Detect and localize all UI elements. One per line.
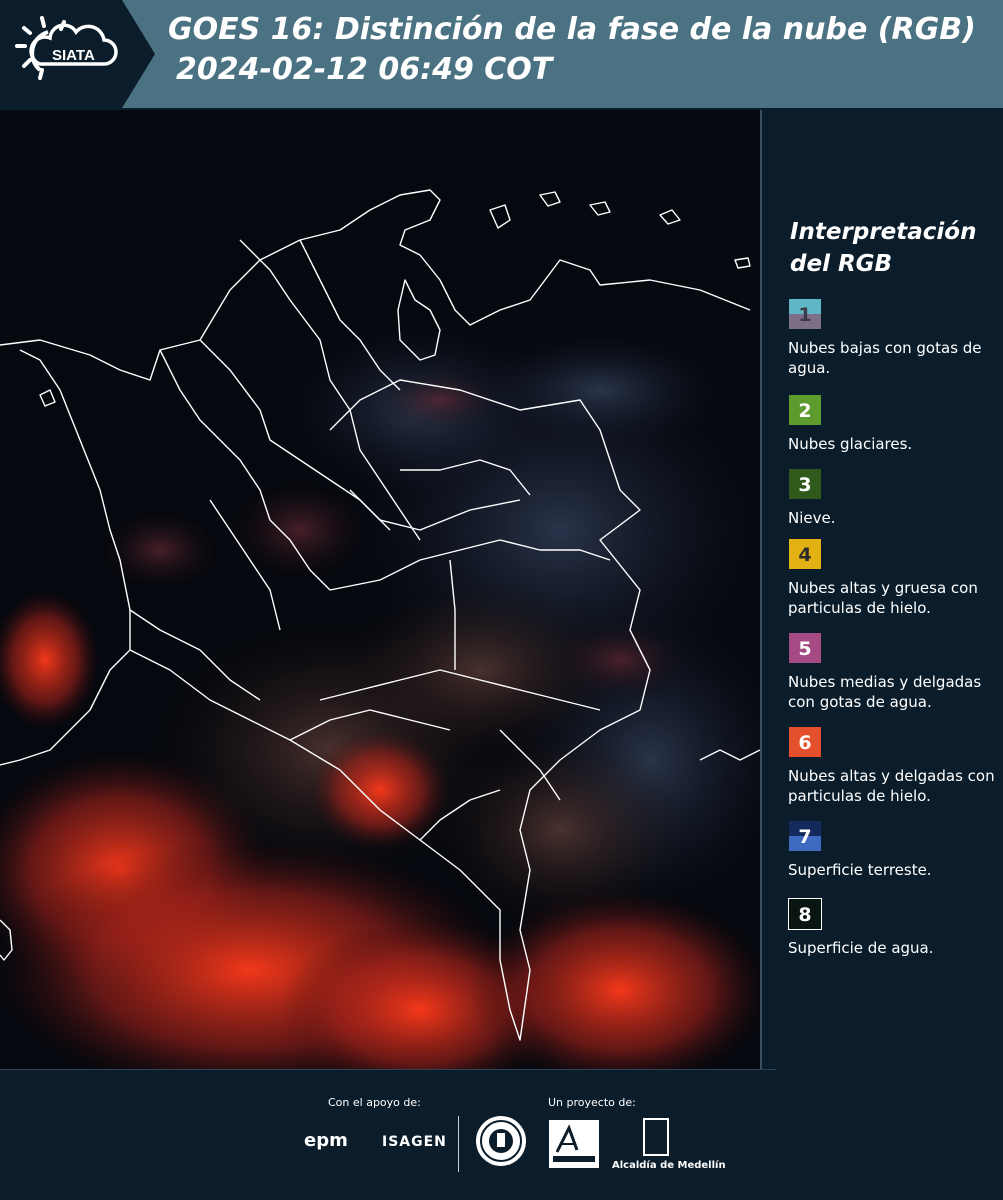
legend-number-7: 7: [798, 826, 812, 848]
legend-title-line1: Interpretación: [790, 219, 977, 245]
isagen-logo: ISAGEN: [382, 1134, 447, 1150]
legend-swatch-1: 1: [788, 298, 822, 330]
siata-logo: SIATA: [0, 0, 155, 108]
page-timestamp: 2024-02-12 06:49 COT: [176, 52, 553, 87]
legend-number-8: 8: [798, 904, 812, 926]
support-label: Con el apoyo de:: [328, 1096, 421, 1109]
area-metropolitana-logo-icon: [549, 1120, 599, 1168]
legend-item-7: 7 Superficie terreste.: [788, 820, 998, 880]
legend-item-4: 4 Nubes altas y gruesa con particulas de…: [788, 538, 998, 618]
legend-label-8: Superficie de agua.: [788, 939, 934, 957]
legend-label-3: Nieve.: [788, 509, 836, 527]
epm-logo: epm: [304, 1130, 348, 1151]
legend-label-2: Nubes glaciares.: [788, 435, 913, 453]
alcaldia-shield-icon: [643, 1118, 669, 1156]
gobernacion-seal-icon: [476, 1116, 526, 1166]
footer-divider-line: [0, 1069, 776, 1070]
alcaldia-logo-text: Alcaldía de Medellín: [612, 1160, 726, 1171]
legend-number-2: 2: [798, 400, 812, 422]
legend-item-3: 3 Nieve.: [788, 468, 998, 528]
legend-swatch-4: 4: [788, 538, 822, 570]
legend-number-4: 4: [798, 544, 812, 566]
page-title: GOES 16: Distinción de la fase de la nub…: [168, 12, 976, 47]
legend-item-1: 1 Nubes bajas con gotas de agua.: [788, 298, 998, 378]
legend-swatch-7: 7: [788, 820, 822, 852]
legend-label-4: Nubes altas y gruesa con particulas de h…: [788, 579, 978, 617]
satellite-map: [0, 110, 760, 1070]
legend-number-5: 5: [798, 638, 812, 660]
rgb-satellite-image: [0, 110, 760, 1070]
legend-title-line2: del RGB: [790, 251, 893, 277]
legend-item-6: 6 Nubes altas y delgadas con particulas …: [788, 726, 998, 806]
legend-number-6: 6: [798, 732, 812, 754]
legend-swatch-5: 5: [788, 632, 822, 664]
project-label: Un proyecto de:: [548, 1096, 636, 1109]
legend-item-2: 2 Nubes glaciares.: [788, 394, 998, 454]
siata-logo-text: SIATA: [52, 47, 95, 64]
legend-item-8: 8 Superficie de agua.: [788, 898, 998, 958]
legend-label-1: Nubes bajas con gotas de agua.: [788, 339, 982, 377]
legend-swatch-2: 2: [788, 394, 822, 426]
legend-number-1: 1: [798, 304, 812, 326]
legend-label-7: Superficie terreste.: [788, 861, 932, 879]
legend-item-5: 5 Nubes medias y delgadas con gotas de a…: [788, 632, 998, 712]
header-bar: SIATA GOES 16: Distinción de la fase de …: [0, 0, 1003, 108]
legend-swatch-8: 8: [788, 898, 822, 930]
legend-label-6: Nubes altas y delgadas con particulas de…: [788, 767, 995, 805]
legend-swatch-6: 6: [788, 726, 822, 758]
legend-title: Interpretación del RGB: [790, 216, 990, 280]
logo-divider: [458, 1116, 459, 1172]
legend-panel: Interpretación del RGB 1 Nubes bajas con…: [762, 110, 1003, 1070]
footer: Con el apoyo de: Un proyecto de: epm ISA…: [0, 1072, 1003, 1200]
legend-number-3: 3: [798, 474, 812, 496]
legend-swatch-3: 3: [788, 468, 822, 500]
legend-label-5: Nubes medias y delgadas con gotas de agu…: [788, 673, 982, 711]
